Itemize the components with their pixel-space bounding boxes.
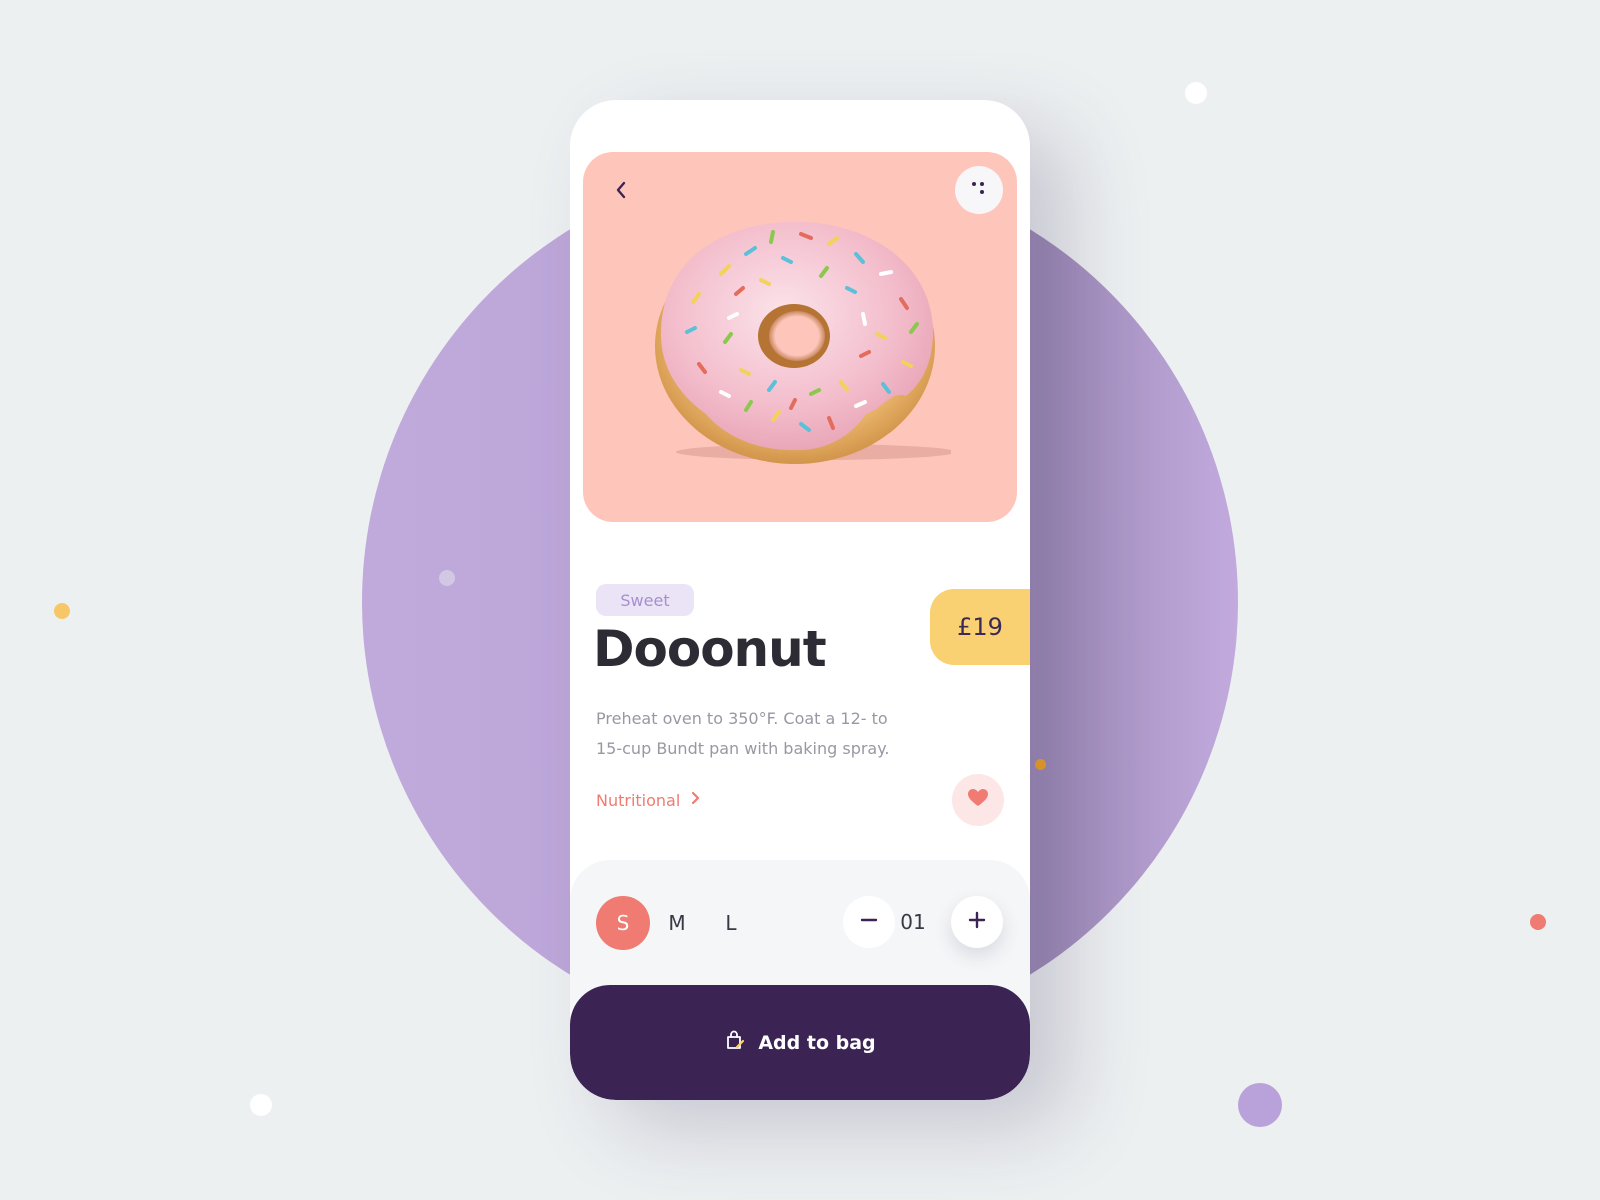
decor-dot-yellow [54,603,70,619]
size-option-s[interactable]: S [596,896,650,950]
size-option-l[interactable]: L [704,896,758,950]
decor-dot-white-small [250,1094,272,1116]
favorite-button[interactable] [952,774,1004,826]
plus-icon [968,911,986,933]
decor-dot-lavender [439,570,455,586]
decrease-quantity-button[interactable] [843,896,895,948]
size-option-m[interactable]: M [650,896,704,950]
donut-image [655,221,951,464]
product-hero [583,152,1017,522]
product-description: Preheat oven to 350°F. Coat a 12- to 15-… [596,709,890,758]
back-button[interactable] [603,174,639,210]
nutritional-label: Nutritional [596,790,681,810]
product-detail-screen: Sweet £19 Dooonut Preheat oven to 350°F.… [570,100,1030,1100]
decor-dot-white [1185,82,1207,104]
heart-icon [968,789,988,811]
product-title: Dooonut [593,620,827,678]
add-to-bag-button[interactable]: Add to bag [570,985,1030,1100]
nutritional-link[interactable]: Nutritional [596,786,700,814]
shopping-bag-icon [724,1029,746,1056]
chevron-left-icon [614,179,628,205]
dots-menu-icon [969,178,989,202]
increase-quantity-button[interactable] [951,896,1003,948]
chevron-right-icon [690,790,700,810]
decor-dot-coral [1530,914,1546,930]
decor-dot-orange [1035,759,1046,770]
minus-icon [860,911,878,933]
quantity-value: 01 [900,910,926,934]
menu-button[interactable] [955,166,1003,214]
price-badge: £19 [930,589,1030,665]
category-tag: Sweet [596,584,694,616]
add-to-bag-label: Add to bag [758,1031,876,1054]
decor-dot-purple [1238,1083,1282,1127]
